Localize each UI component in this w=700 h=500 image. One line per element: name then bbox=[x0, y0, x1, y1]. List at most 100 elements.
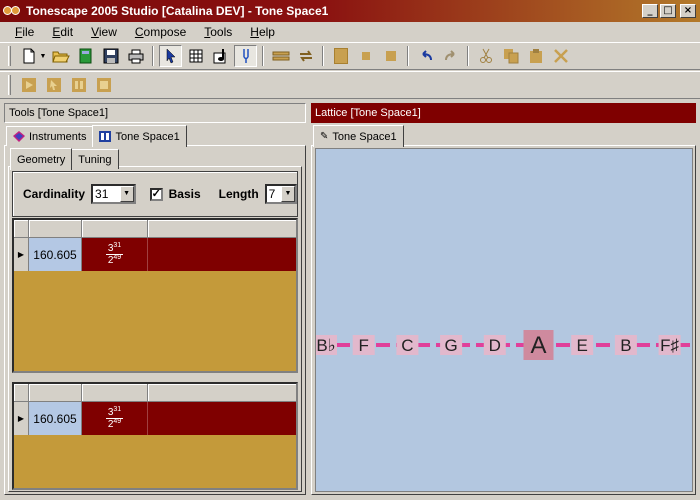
stop-transport-icon[interactable] bbox=[92, 74, 115, 96]
copy-icon[interactable] bbox=[499, 45, 522, 67]
menu-help[interactable]: Help bbox=[241, 25, 284, 39]
paste-icon[interactable] bbox=[524, 45, 547, 67]
tab-instruments[interactable]: Instruments bbox=[6, 126, 94, 146]
interval-grid[interactable]: ▶ 160.605 331 249 bbox=[12, 382, 298, 490]
title-bar: Tonescape 2005 Studio [Catalina DEV] - T… bbox=[0, 0, 700, 22]
tab-lattice-tone-space[interactable]: ✎ Tone Space1 bbox=[313, 125, 404, 147]
note-node[interactable]: F bbox=[352, 335, 375, 355]
play-from-cursor-icon[interactable] bbox=[42, 74, 65, 96]
note-label: F bbox=[359, 336, 369, 355]
basis-label: Basis bbox=[168, 187, 201, 201]
subtab-tuning[interactable]: Tuning bbox=[71, 149, 119, 169]
play-icon[interactable] bbox=[17, 74, 40, 96]
redo-icon[interactable] bbox=[439, 45, 462, 67]
note-label: E bbox=[577, 336, 588, 355]
undo-icon[interactable] bbox=[414, 45, 437, 67]
menu-edit[interactable]: Edit bbox=[43, 25, 82, 39]
maximize-button[interactable]: □ bbox=[660, 4, 676, 18]
toolbar-separator bbox=[467, 46, 469, 66]
toolbar-separator bbox=[322, 46, 324, 66]
ratio-denominator: 249 bbox=[107, 418, 122, 430]
chevron-down-icon[interactable]: ▼ bbox=[119, 186, 134, 202]
cardinality-value: 31 bbox=[95, 187, 109, 201]
menu-view[interactable]: View bbox=[82, 25, 126, 39]
toolbar-grip[interactable] bbox=[8, 75, 11, 95]
note-label: F♯ bbox=[660, 336, 679, 355]
note-node[interactable]: E bbox=[571, 335, 594, 355]
chevron-down-icon[interactable]: ▼ bbox=[281, 186, 295, 202]
tuning-fork-icon[interactable] bbox=[234, 45, 257, 67]
tab-tone-space[interactable]: Tone Space1 bbox=[92, 125, 187, 147]
row-selector-icon[interactable]: ▶ bbox=[14, 238, 29, 271]
subtab-tuning-label: Tuning bbox=[78, 153, 112, 166]
small-stop-icon[interactable] bbox=[354, 45, 377, 67]
grid-cell[interactable] bbox=[148, 402, 296, 435]
geometry-params: Cardinality 31 ▼ ✓ Basis Length 7 ▼ bbox=[12, 171, 298, 217]
lattice-svg[interactable]: B♭ F C G D A E B F♯ bbox=[316, 149, 693, 492]
new-icon[interactable] bbox=[17, 45, 40, 67]
note-node[interactable]: B♭ bbox=[316, 335, 337, 355]
stop-icon[interactable] bbox=[329, 45, 352, 67]
note-label: C bbox=[401, 336, 413, 355]
pause-icon[interactable] bbox=[67, 74, 90, 96]
new-dropdown-icon[interactable]: ▼ bbox=[39, 45, 47, 67]
main-toolbar: ▼ bbox=[0, 42, 700, 70]
note-label: A bbox=[530, 332, 546, 359]
ratio-cell[interactable]: 331 249 bbox=[82, 238, 148, 271]
note-node[interactable]: B bbox=[614, 335, 637, 355]
grid-header bbox=[14, 220, 296, 238]
cut-icon[interactable] bbox=[474, 45, 497, 67]
tab-instruments-label: Instruments bbox=[29, 130, 87, 143]
grid-cell[interactable] bbox=[148, 238, 296, 271]
menu-tools[interactable]: Tools bbox=[195, 25, 241, 39]
length-select[interactable]: 7 ▼ bbox=[264, 184, 297, 204]
basis-grid[interactable]: ▶ 160.605 331 249 bbox=[12, 218, 298, 373]
row-selector-icon[interactable]: ▶ bbox=[14, 402, 29, 435]
gold-stop-icon[interactable] bbox=[379, 45, 402, 67]
cardinality-label: Cardinality bbox=[23, 187, 86, 201]
print-icon[interactable] bbox=[124, 45, 147, 67]
close-button[interactable]: × bbox=[680, 4, 696, 18]
minimize-button[interactable]: _ bbox=[642, 4, 658, 18]
ratio-denominator: 249 bbox=[107, 254, 122, 266]
toolbar-separator bbox=[407, 46, 409, 66]
green-book-icon[interactable] bbox=[74, 45, 97, 67]
note-icon[interactable] bbox=[209, 45, 232, 67]
table-row[interactable]: ▶ 160.605 331 249 bbox=[14, 402, 296, 435]
subtab-geometry[interactable]: Geometry bbox=[10, 148, 73, 170]
grid-header bbox=[14, 384, 296, 402]
open-icon[interactable] bbox=[49, 45, 72, 67]
delete-icon[interactable] bbox=[549, 45, 572, 67]
menu-bar: File Edit View Compose Tools Help bbox=[0, 22, 700, 42]
menu-file[interactable]: File bbox=[6, 25, 43, 39]
table-row[interactable]: ▶ 160.605 331 249 bbox=[14, 238, 296, 271]
note-node[interactable]: D bbox=[483, 335, 506, 355]
loop-icon[interactable] bbox=[294, 45, 317, 67]
tab-tone-space-label: Tone Space1 bbox=[115, 130, 180, 143]
note-node[interactable]: G bbox=[440, 335, 463, 355]
grid-icon[interactable] bbox=[184, 45, 207, 67]
cents-value[interactable]: 160.605 bbox=[29, 402, 82, 435]
cardinality-select[interactable]: 31 ▼ bbox=[91, 184, 136, 204]
note-node[interactable]: C bbox=[396, 335, 419, 355]
ratio-cell[interactable]: 331 249 bbox=[82, 402, 148, 435]
subtab-geometry-label: Geometry bbox=[17, 153, 66, 166]
app-icon bbox=[3, 4, 23, 18]
cents-value[interactable]: 160.605 bbox=[29, 238, 82, 271]
save-icon[interactable] bbox=[99, 45, 122, 67]
tone-space-icon bbox=[99, 131, 112, 142]
split-icon[interactable] bbox=[269, 45, 292, 67]
select-arrow-icon[interactable] bbox=[159, 45, 182, 67]
lattice-canvas[interactable]: B♭ F C G D A E B F♯ bbox=[315, 148, 693, 492]
tab-lattice-label: Tone Space1 bbox=[332, 130, 397, 143]
note-node[interactable]: F♯ bbox=[658, 335, 681, 355]
toolbar-grip[interactable] bbox=[8, 46, 11, 66]
basis-checkbox[interactable]: ✓ bbox=[149, 187, 163, 201]
length-value: 7 bbox=[268, 187, 276, 201]
menu-compose[interactable]: Compose bbox=[126, 25, 195, 39]
lattice-panel-title: Lattice [Tone Space1] bbox=[311, 103, 696, 123]
note-label: G bbox=[444, 336, 457, 355]
note-node[interactable]: A bbox=[523, 330, 554, 360]
toolbar-separator bbox=[262, 46, 264, 66]
length-label: Length bbox=[218, 187, 259, 201]
